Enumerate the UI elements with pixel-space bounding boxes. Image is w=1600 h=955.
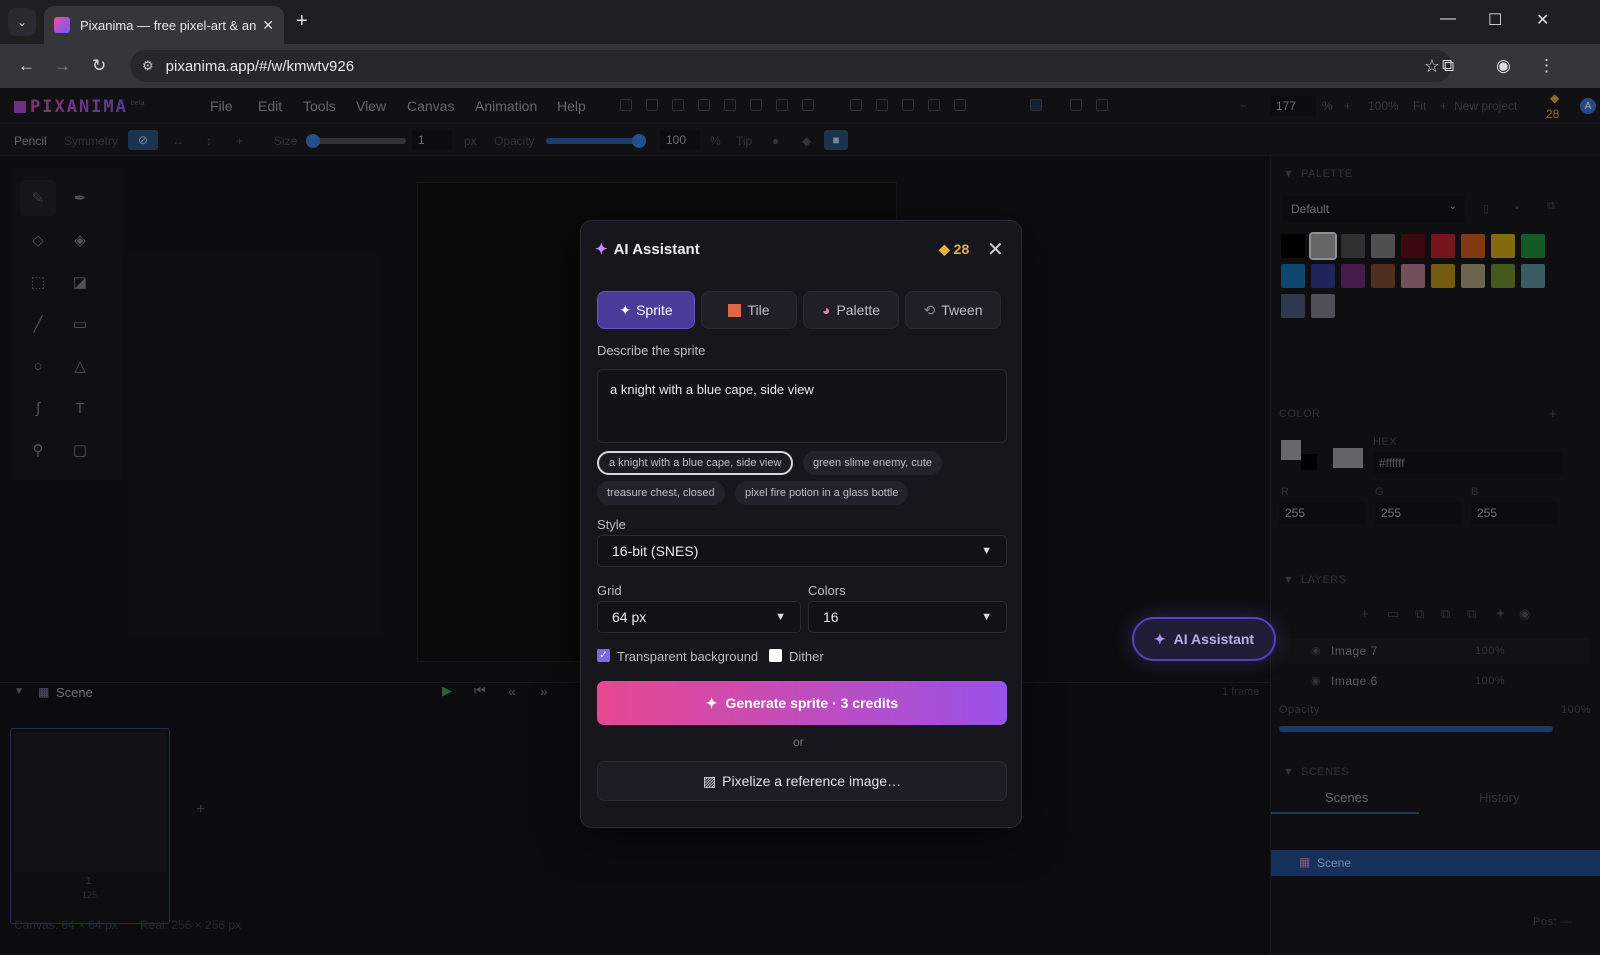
dither-label: Dither — [789, 649, 824, 664]
ai-assistant-float-label: AI Assistant — [1173, 631, 1255, 647]
minimize-icon[interactable]: — — [1440, 10, 1456, 28]
style-select-value: 16-bit (SNES) — [612, 543, 699, 559]
tab-tile[interactable]: Tile — [701, 291, 797, 329]
suggestion-chip[interactable]: a knight with a blue cape, side view — [597, 451, 794, 475]
close-window-icon[interactable]: ✕ — [1536, 10, 1549, 30]
dither-checkbox[interactable] — [769, 649, 782, 662]
sparkle-icon: ✦ — [595, 241, 608, 258]
browser-toolbar: ← → ↻ ⚙ pixanima.app/#/w/kmwtv926 ☆ ⧉ ◉ … — [0, 44, 1600, 88]
ai-assistant-float-button[interactable]: ✦ AI Assistant — [1132, 617, 1276, 661]
chevron-down-icon: ▼ — [775, 611, 786, 623]
credits-diamond-icon: ◆ — [939, 241, 950, 257]
or-divider: or — [793, 735, 804, 749]
new-tab-button[interactable]: + — [296, 10, 308, 33]
pixelize-label: Pixelize a reference image… — [722, 773, 902, 789]
chevron-down-icon: ▼ — [981, 545, 992, 557]
grid-select-value: 64 px — [612, 609, 647, 625]
palette-icon: ◕ — [821, 302, 831, 318]
tab-close-icon[interactable]: ✕ — [262, 17, 274, 34]
colors-select[interactable]: 16 ▼ — [808, 601, 1007, 633]
chevron-down-icon: ▼ — [981, 611, 992, 623]
style-label: Style — [597, 517, 626, 532]
describe-label: Describe the sprite — [597, 343, 706, 358]
close-icon[interactable]: ✕ — [987, 237, 1004, 262]
tab-tween[interactable]: ⟲ Tween — [905, 291, 1001, 329]
credits-count: 28 — [953, 241, 970, 257]
colors-select-value: 16 — [823, 609, 839, 625]
tab-sprite-label: Sprite — [636, 302, 673, 318]
extensions-icon[interactable]: ⧉ — [1442, 56, 1454, 76]
generate-label: Generate sprite · 3 credits — [725, 695, 899, 711]
colors-label: Colors — [808, 583, 846, 598]
bookmark-star-icon[interactable]: ☆ — [1424, 56, 1440, 77]
sparkle-icon: ✦ — [619, 301, 632, 318]
browser-tab[interactable]: Pixanima — free pixel-art & ani ✕ — [44, 6, 284, 44]
sprite-prompt-input[interactable]: a knight with a blue cape, side view — [597, 369, 1007, 443]
image-icon: ▨ — [702, 772, 717, 789]
suggestion-chip[interactable]: pixel fire potion in a glass bottle — [735, 481, 909, 505]
browser-tab-bar: ⌄ Pixanima — free pixel-art & ani ✕ + — … — [0, 0, 1600, 44]
dialog-title-text: AI Assistant — [613, 241, 700, 258]
reload-icon[interactable]: ↻ — [92, 56, 106, 76]
grid-select[interactable]: 64 px ▼ — [597, 601, 801, 633]
site-favicon — [54, 17, 70, 33]
transparent-checkbox[interactable]: ✓ — [597, 649, 610, 662]
browser-menu-icon[interactable]: ⋮ — [1538, 56, 1555, 76]
suggestion-chip[interactable]: treasure chest, closed — [597, 481, 725, 505]
maximize-icon[interactable]: ☐ — [1488, 10, 1502, 30]
pixelize-reference-button[interactable]: ▨ Pixelize a reference image… — [597, 761, 1007, 801]
tab-tile-label: Tile — [747, 302, 770, 318]
tab-palette[interactable]: ◕ Palette — [803, 291, 899, 329]
sparkle-icon: ✦ — [1153, 630, 1166, 647]
grid-label: Grid — [597, 583, 622, 598]
transparent-label: Transparent background — [617, 649, 759, 664]
dialog-title: ✦ AI Assistant — [595, 240, 700, 258]
suggestion-chip[interactable]: green slime enemy, cute — [803, 451, 943, 475]
tab-title: Pixanima — free pixel-art & ani — [80, 17, 257, 33]
generate-sprite-button[interactable]: ✦ Generate sprite · 3 credits — [597, 681, 1007, 725]
sparkle-icon: ✦ — [705, 694, 718, 711]
back-icon[interactable]: ← — [18, 56, 35, 76]
url-text: pixanima.app/#/w/kmwtv926 — [165, 57, 355, 75]
address-bar[interactable]: ⚙ pixanima.app/#/w/kmwtv926 ☆ — [130, 50, 1452, 82]
link-icon: ⟲ — [923, 301, 936, 318]
forward-icon[interactable]: → — [54, 56, 71, 76]
credits-badge: ◆ 28 — [939, 241, 969, 258]
tab-tween-label: Tween — [941, 302, 983, 318]
brick-icon — [728, 303, 742, 317]
ai-assistant-dialog: ✦ AI Assistant ◆ 28 ✕ ✦ Sprite Tile ◕ Palet… — [580, 220, 1022, 828]
style-select[interactable]: 16-bit (SNES) ▼ — [597, 535, 1007, 567]
tab-palette-label: Palette — [836, 302, 881, 318]
tab-search-button[interactable]: ⌄ — [8, 8, 36, 36]
profile-icon[interactable]: ◉ — [1496, 56, 1511, 76]
site-info-icon[interactable]: ⚙ — [142, 58, 154, 74]
tab-sprite[interactable]: ✦ Sprite — [597, 291, 695, 329]
